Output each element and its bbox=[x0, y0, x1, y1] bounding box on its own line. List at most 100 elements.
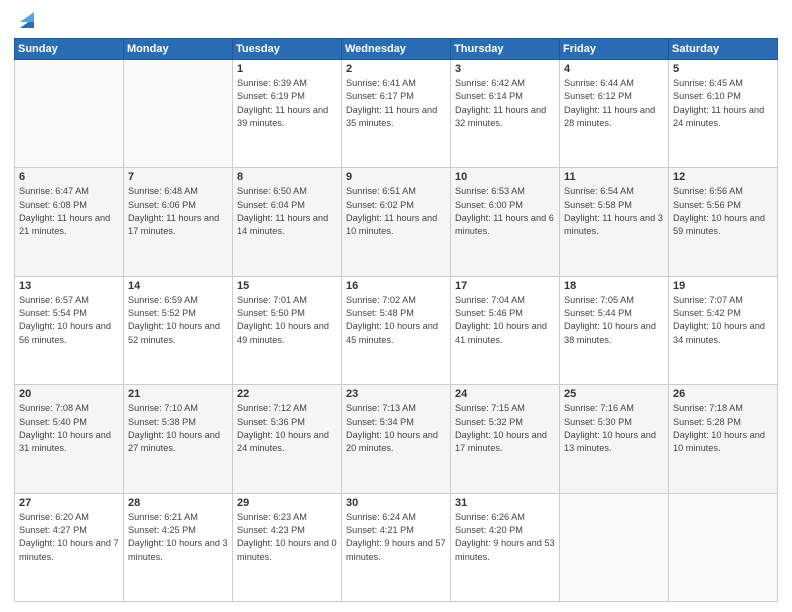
day-info: Sunrise: 6:51 AM Sunset: 6:02 PM Dayligh… bbox=[346, 185, 446, 238]
day-number: 6 bbox=[19, 171, 119, 183]
calendar-cell: 26 Sunrise: 7:18 AM Sunset: 5:28 PM Dayli… bbox=[669, 385, 778, 493]
day-number: 27 bbox=[19, 497, 119, 509]
calendar-cell: 30 Sunrise: 6:24 AM Sunset: 4:21 PM Dayli… bbox=[342, 493, 451, 601]
day-number: 19 bbox=[673, 280, 773, 292]
day-info: Sunrise: 6:53 AM Sunset: 6:00 PM Dayligh… bbox=[455, 185, 555, 238]
weekday-header-saturday: Saturday bbox=[669, 39, 778, 60]
day-info: Sunrise: 7:12 AM Sunset: 5:36 PM Dayligh… bbox=[237, 402, 337, 455]
day-number: 9 bbox=[346, 171, 446, 183]
day-info: Sunrise: 6:42 AM Sunset: 6:14 PM Dayligh… bbox=[455, 77, 555, 130]
calendar-cell: 7Sunrise: 6:48 AM Sunset: 6:06 PM Daylig… bbox=[124, 168, 233, 276]
calendar-cell: 9 Sunrise: 6:51 AM Sunset: 6:02 PM Daylig… bbox=[342, 168, 451, 276]
calendar-cell: 25 Sunrise: 7:16 AM Sunset: 5:30 PM Dayli… bbox=[560, 385, 669, 493]
day-info: Sunrise: 7:10 AM Sunset: 5:38 PM Dayligh… bbox=[128, 402, 228, 455]
weekday-header-monday: Monday bbox=[124, 39, 233, 60]
calendar-cell bbox=[15, 60, 124, 168]
calendar-cell: 11 Sunrise: 6:54 AM Sunset: 5:58 PM Dayli… bbox=[560, 168, 669, 276]
day-number: 4 bbox=[564, 63, 664, 75]
day-info: Sunrise: 6:57 AM Sunset: 5:54 PM Dayligh… bbox=[19, 294, 119, 347]
day-info: Sunrise: 7:16 AM Sunset: 5:30 PM Dayligh… bbox=[564, 402, 664, 455]
calendar-cell: 18 Sunrise: 7:05 AM Sunset: 5:44 PM Dayli… bbox=[560, 276, 669, 384]
calendar-cell: 10Sunrise: 6:53 AM Sunset: 6:00 PM Dayli… bbox=[451, 168, 560, 276]
page: SundayMondayTuesdayWednesdayThursdayFrid… bbox=[0, 0, 792, 612]
day-number: 5 bbox=[673, 63, 773, 75]
day-number: 16 bbox=[346, 280, 446, 292]
day-info: Sunrise: 6:56 AM Sunset: 5:56 PM Dayligh… bbox=[673, 185, 773, 238]
calendar-cell: 31 Sunrise: 6:26 AM Sunset: 4:20 PM Dayli… bbox=[451, 493, 560, 601]
day-info: Sunrise: 7:01 AM Sunset: 5:50 PM Dayligh… bbox=[237, 294, 337, 347]
calendar-week-row: 1 Sunrise: 6:39 AM Sunset: 6:19 PM Daylig… bbox=[15, 60, 778, 168]
day-number: 26 bbox=[673, 388, 773, 400]
day-info: Sunrise: 6:59 AM Sunset: 5:52 PM Dayligh… bbox=[128, 294, 228, 347]
day-number: 29 bbox=[237, 497, 337, 509]
day-info: Sunrise: 6:26 AM Sunset: 4:20 PM Dayligh… bbox=[455, 511, 555, 564]
calendar-week-row: 27 Sunrise: 6:20 AM Sunset: 4:27 PM Dayli… bbox=[15, 493, 778, 601]
day-number: 12 bbox=[673, 171, 773, 183]
calendar-cell: 17 Sunrise: 7:04 AM Sunset: 5:46 PM Dayli… bbox=[451, 276, 560, 384]
day-number: 31 bbox=[455, 497, 555, 509]
calendar-cell: 24 Sunrise: 7:15 AM Sunset: 5:32 PM Dayli… bbox=[451, 385, 560, 493]
day-info: Sunrise: 6:48 AM Sunset: 6:06 PM Dayligh… bbox=[128, 185, 228, 238]
calendar-cell: 4 Sunrise: 6:44 AM Sunset: 6:12 PM Daylig… bbox=[560, 60, 669, 168]
day-number: 8 bbox=[237, 171, 337, 183]
day-number: 20 bbox=[19, 388, 119, 400]
day-number: 25 bbox=[564, 388, 664, 400]
day-info: Sunrise: 7:07 AM Sunset: 5:42 PM Dayligh… bbox=[673, 294, 773, 347]
day-info: Sunrise: 7:02 AM Sunset: 5:48 PM Dayligh… bbox=[346, 294, 446, 347]
day-info: Sunrise: 7:13 AM Sunset: 5:34 PM Dayligh… bbox=[346, 402, 446, 455]
day-info: Sunrise: 6:20 AM Sunset: 4:27 PM Dayligh… bbox=[19, 511, 119, 564]
weekday-header-thursday: Thursday bbox=[451, 39, 560, 60]
day-info: Sunrise: 6:47 AM Sunset: 6:08 PM Dayligh… bbox=[19, 185, 119, 238]
calendar-cell: 13 Sunrise: 6:57 AM Sunset: 5:54 PM Dayli… bbox=[15, 276, 124, 384]
calendar-cell: 6 Sunrise: 6:47 AM Sunset: 6:08 PM Daylig… bbox=[15, 168, 124, 276]
calendar-cell: 1 Sunrise: 6:39 AM Sunset: 6:19 PM Daylig… bbox=[233, 60, 342, 168]
calendar-table: SundayMondayTuesdayWednesdayThursdayFrid… bbox=[14, 38, 778, 602]
calendar-cell: 22 Sunrise: 7:12 AM Sunset: 5:36 PM Dayli… bbox=[233, 385, 342, 493]
day-info: Sunrise: 7:08 AM Sunset: 5:40 PM Dayligh… bbox=[19, 402, 119, 455]
day-info: Sunrise: 7:18 AM Sunset: 5:28 PM Dayligh… bbox=[673, 402, 773, 455]
calendar-cell: 27 Sunrise: 6:20 AM Sunset: 4:27 PM Dayli… bbox=[15, 493, 124, 601]
calendar-cell: 16 Sunrise: 7:02 AM Sunset: 5:48 PM Dayli… bbox=[342, 276, 451, 384]
calendar-cell: 19 Sunrise: 7:07 AM Sunset: 5:42 PM Dayli… bbox=[669, 276, 778, 384]
day-info: Sunrise: 6:54 AM Sunset: 5:58 PM Dayligh… bbox=[564, 185, 664, 238]
day-info: Sunrise: 7:04 AM Sunset: 5:46 PM Dayligh… bbox=[455, 294, 555, 347]
calendar-cell bbox=[124, 60, 233, 168]
calendar-cell: 20 Sunrise: 7:08 AM Sunset: 5:40 PM Dayli… bbox=[15, 385, 124, 493]
calendar-cell bbox=[669, 493, 778, 601]
day-info: Sunrise: 6:50 AM Sunset: 6:04 PM Dayligh… bbox=[237, 185, 337, 238]
calendar-week-row: 6 Sunrise: 6:47 AM Sunset: 6:08 PM Daylig… bbox=[15, 168, 778, 276]
weekday-header-tuesday: Tuesday bbox=[233, 39, 342, 60]
calendar-cell: 21 Sunrise: 7:10 AM Sunset: 5:38 PM Dayli… bbox=[124, 385, 233, 493]
day-number: 1 bbox=[237, 63, 337, 75]
calendar-cell: 5Sunrise: 6:45 AM Sunset: 6:10 PM Daylig… bbox=[669, 60, 778, 168]
weekday-header-wednesday: Wednesday bbox=[342, 39, 451, 60]
day-number: 17 bbox=[455, 280, 555, 292]
day-number: 22 bbox=[237, 388, 337, 400]
calendar-cell: 28 Sunrise: 6:21 AM Sunset: 4:25 PM Dayli… bbox=[124, 493, 233, 601]
calendar-week-row: 13 Sunrise: 6:57 AM Sunset: 5:54 PM Dayli… bbox=[15, 276, 778, 384]
calendar-cell bbox=[560, 493, 669, 601]
logo-icon bbox=[18, 10, 36, 32]
day-number: 21 bbox=[128, 388, 228, 400]
day-info: Sunrise: 6:39 AM Sunset: 6:19 PM Dayligh… bbox=[237, 77, 337, 130]
calendar-cell: 15 Sunrise: 7:01 AM Sunset: 5:50 PM Dayli… bbox=[233, 276, 342, 384]
day-number: 15 bbox=[237, 280, 337, 292]
day-number: 11 bbox=[564, 171, 664, 183]
day-info: Sunrise: 7:15 AM Sunset: 5:32 PM Dayligh… bbox=[455, 402, 555, 455]
day-info: Sunrise: 6:24 AM Sunset: 4:21 PM Dayligh… bbox=[346, 511, 446, 564]
day-number: 13 bbox=[19, 280, 119, 292]
calendar-cell: 29Sunrise: 6:23 AM Sunset: 4:23 PM Dayli… bbox=[233, 493, 342, 601]
day-number: 24 bbox=[455, 388, 555, 400]
day-number: 30 bbox=[346, 497, 446, 509]
calendar-week-row: 20 Sunrise: 7:08 AM Sunset: 5:40 PM Dayli… bbox=[15, 385, 778, 493]
calendar-cell: 23Sunrise: 7:13 AM Sunset: 5:34 PM Dayli… bbox=[342, 385, 451, 493]
day-info: Sunrise: 6:44 AM Sunset: 6:12 PM Dayligh… bbox=[564, 77, 664, 130]
day-info: Sunrise: 6:21 AM Sunset: 4:25 PM Dayligh… bbox=[128, 511, 228, 564]
weekday-header-friday: Friday bbox=[560, 39, 669, 60]
day-number: 14 bbox=[128, 280, 228, 292]
day-number: 28 bbox=[128, 497, 228, 509]
day-info: Sunrise: 7:05 AM Sunset: 5:44 PM Dayligh… bbox=[564, 294, 664, 347]
day-number: 18 bbox=[564, 280, 664, 292]
calendar-cell: 3Sunrise: 6:42 AM Sunset: 6:14 PM Daylig… bbox=[451, 60, 560, 168]
logo bbox=[14, 10, 36, 32]
